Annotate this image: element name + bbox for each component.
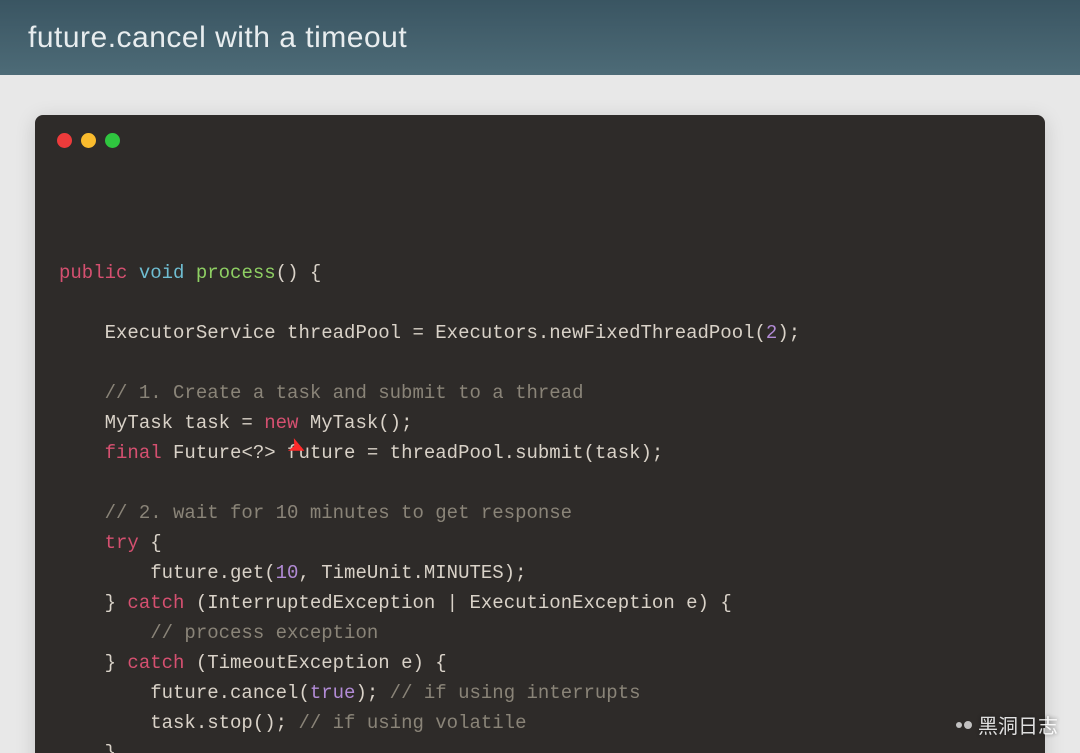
code-line: // process exception (59, 618, 1021, 648)
wechat-icon (956, 721, 972, 729)
code-token: Future<?> future = threadPool.submit(tas… (162, 442, 664, 464)
code-token (59, 442, 105, 464)
code-token: { (139, 532, 162, 554)
slide-header: future.cancel with a timeout (0, 0, 1080, 75)
code-token (59, 382, 105, 404)
code-token: // process exception (150, 622, 378, 644)
code-token: , TimeUnit.MINUTES); (298, 562, 526, 584)
code-token: MyTask task = (59, 412, 264, 434)
code-token: new (264, 412, 298, 434)
code-token: future.get( (59, 562, 276, 584)
code-line: // 2. wait for 10 minutes to get respons… (59, 498, 1021, 528)
code-token: } (59, 592, 127, 614)
code-line: future.cancel(true); // if using interru… (59, 678, 1021, 708)
code-line: MyTask task = new MyTask(); (59, 408, 1021, 438)
zoom-icon (105, 133, 120, 148)
code-token: ); (777, 322, 800, 344)
code-token: ExecutorService threadPool = Executors.n… (59, 322, 766, 344)
code-line: } (59, 738, 1021, 753)
code-token (59, 502, 105, 524)
code-token: final (105, 442, 162, 464)
code-token: true (310, 682, 356, 704)
minimize-icon (81, 133, 96, 148)
code-line: } catch (TimeoutException e) { (59, 648, 1021, 678)
code-line (59, 468, 1021, 498)
code-line: try { (59, 528, 1021, 558)
code-token (59, 622, 150, 644)
window-controls (35, 133, 1045, 168)
code-line: future.get(10, TimeUnit.MINUTES); (59, 558, 1021, 588)
code-token: void (139, 262, 185, 284)
code-token: } (59, 652, 127, 674)
code-line: ExecutorService threadPool = Executors.n… (59, 318, 1021, 348)
code-line (59, 288, 1021, 318)
code-line: task.stop(); // if using volatile (59, 708, 1021, 738)
code-token: // if using volatile (298, 712, 526, 734)
code-token: // if using interrupts (390, 682, 641, 704)
watermark: 黑洞日志 (956, 710, 1058, 739)
code-token: // 2. wait for 10 minutes to get respons… (105, 502, 572, 524)
code-token: future.cancel( (59, 682, 310, 704)
code-token: 10 (276, 562, 299, 584)
code-token (59, 532, 105, 554)
code-line: public void process() { (59, 258, 1021, 288)
code-token: catch (127, 652, 184, 674)
code-line: // 1. Create a task and submit to a thre… (59, 378, 1021, 408)
slide-title: future.cancel with a timeout (28, 21, 407, 55)
code-token: try (105, 532, 139, 554)
code-token (184, 262, 195, 284)
code-token (127, 262, 138, 284)
slide-content: public void process() { ExecutorService … (0, 75, 1080, 753)
code-line: final Future<?> future = threadPool.subm… (59, 438, 1021, 468)
code-token: (TimeoutException e) { (184, 652, 446, 674)
code-line (59, 348, 1021, 378)
code-token: () { (276, 262, 322, 284)
code-line: } catch (InterruptedException | Executio… (59, 588, 1021, 618)
code-token: } (59, 742, 116, 753)
code-block: public void process() { ExecutorService … (35, 168, 1045, 753)
close-icon (57, 133, 72, 148)
code-token: catch (127, 592, 184, 614)
code-token: task.stop(); (59, 712, 298, 734)
code-token: ); (355, 682, 389, 704)
code-token: 2 (766, 322, 777, 344)
code-token: (InterruptedException | ExecutionExcepti… (184, 592, 731, 614)
code-token: // 1. Create a task and submit to a thre… (105, 382, 584, 404)
code-token: process (196, 262, 276, 284)
watermark-text: 黑洞日志 (978, 710, 1058, 739)
code-token: public (59, 262, 127, 284)
code-token: MyTask(); (298, 412, 412, 434)
code-window: public void process() { ExecutorService … (35, 115, 1045, 753)
